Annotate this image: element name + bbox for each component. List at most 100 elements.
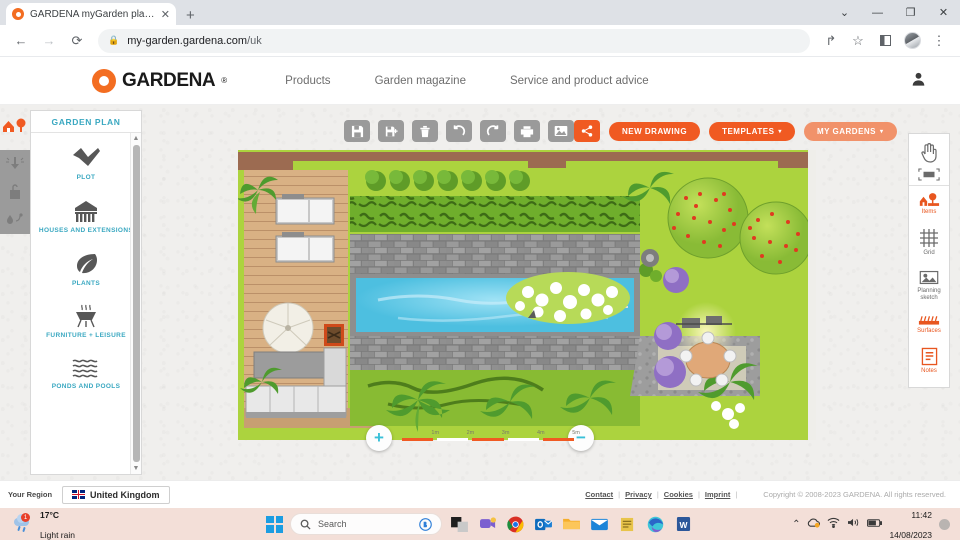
bookmark-star-icon[interactable]: ☆ [845, 28, 871, 54]
delete-button[interactable] [412, 120, 438, 142]
rail-water-tap-icon[interactable] [0, 178, 30, 206]
view-tool-surfaces[interactable]: Surfaces [909, 308, 949, 341]
footer-link-privacy[interactable]: Privacy [620, 490, 657, 499]
forward-icon[interactable]: → [36, 28, 62, 54]
redo-button[interactable] [480, 120, 506, 142]
canvas-toolbar: NEW DRAWING TEMPLATES ▾ MY GARDENS ▾ [140, 117, 952, 145]
footer-link-cookies[interactable]: Cookies [659, 490, 698, 499]
action-button-group: NEW DRAWING TEMPLATES ▾ MY GARDENS ▾ [574, 120, 897, 142]
nav-link-products[interactable]: Products [263, 75, 352, 87]
save-as-button[interactable] [378, 120, 404, 142]
view-tool-label: Surfaces [917, 328, 941, 335]
mode-rail [0, 118, 30, 234]
share-button[interactable] [574, 120, 600, 142]
new-tab-button[interactable]: + [186, 8, 195, 23]
profile-avatar[interactable] [899, 28, 925, 54]
view-tool-label: Planning sketch [917, 287, 941, 302]
image-button[interactable] [548, 120, 574, 142]
battery-icon[interactable] [867, 518, 883, 531]
notification-center-icon[interactable] [939, 518, 950, 530]
close-window-icon[interactable]: ✕ [927, 0, 960, 25]
sticky-notes-icon[interactable] [617, 514, 638, 535]
footer-link-contact[interactable]: Contact [580, 490, 618, 499]
fruit-tree [667, 177, 749, 259]
chrome-menu-icon[interactable]: ⋮ [926, 28, 952, 54]
new-drawing-label: NEW DRAWING [622, 126, 688, 136]
taskbar-search[interactable]: Search [290, 513, 442, 535]
category-furniture-and-leisure[interactable]: FURNITURE + LEISURE [31, 295, 141, 348]
footer-link-imprint[interactable]: Imprint [700, 490, 735, 499]
view-tool-label: Notes [921, 367, 937, 374]
outlook-icon[interactable] [533, 514, 554, 535]
my-gardens-button[interactable]: MY GARDENS ▾ [803, 121, 897, 141]
teams-icon[interactable] [477, 514, 498, 535]
mail-icon[interactable] [589, 514, 610, 535]
account-icon[interactable] [911, 71, 926, 90]
view-tool-items[interactable]: Items [909, 186, 949, 222]
templates-button[interactable]: TEMPLATES ▾ [709, 121, 795, 141]
view-tool-label: Grid [923, 249, 935, 256]
reload-icon[interactable]: ⟳ [64, 28, 90, 54]
scale-segment: 1m [400, 427, 439, 443]
tray-expand-icon[interactable]: ⌃ [792, 519, 800, 530]
start-button[interactable] [266, 515, 283, 533]
lock-icon: 🔒 [108, 35, 120, 45]
scale-segment: 2m [435, 427, 474, 443]
svg-text:W: W [680, 520, 688, 530]
panel-scrollbar[interactable]: ▲ ▼ [130, 133, 141, 474]
weather-widget[interactable]: 1 17°C Light rain [6, 504, 75, 544]
tab-search-icon[interactable]: ⌄ [828, 0, 861, 25]
scrollbar-thumb[interactable] [132, 145, 140, 462]
rail-drip-irrigation-icon[interactable] [0, 206, 30, 234]
volume-icon[interactable] [847, 517, 860, 531]
wifi-icon[interactable] [827, 517, 840, 531]
minimize-icon[interactable]: — [861, 0, 894, 25]
maximize-icon[interactable]: ❐ [894, 0, 927, 25]
hand-tool-button[interactable] [919, 138, 939, 165]
gardena-logo[interactable]: GARDENA ® [92, 68, 227, 93]
garden-plan-svg [238, 150, 816, 440]
onedrive-icon[interactable] [807, 517, 821, 531]
notes-icon [921, 347, 938, 366]
undo-button[interactable] [446, 120, 472, 142]
pointer-tools [909, 138, 949, 186]
view-tool-planning-sketch[interactable]: Planning sketch [909, 263, 949, 309]
sidebar-toggle-icon[interactable] [872, 28, 898, 54]
nav-link-service-advice[interactable]: Service and product advice [488, 75, 671, 87]
share-page-icon[interactable]: ↱ [818, 28, 844, 54]
chrome-icon[interactable] [505, 514, 526, 535]
tab-close-icon[interactable]: ✕ [161, 8, 170, 21]
category-plot[interactable]: PLOT [31, 137, 141, 190]
category-ponds-and-pools[interactable]: PONDS AND POOLS [31, 348, 141, 399]
category-houses-and-extensions[interactable]: HOUSES AND EXTENSIONS [31, 190, 141, 243]
lavender-bush [654, 356, 686, 388]
zoom-in-button[interactable]: + [366, 425, 392, 451]
word-icon[interactable]: W [673, 514, 694, 535]
address-bar[interactable]: 🔒 my-garden.gardena.com/uk [98, 28, 810, 53]
select-tool-button[interactable] [918, 168, 940, 181]
planner-app: GARDEN PLAN PLOT HOUSES AND EXTENSIONS P… [0, 105, 960, 480]
new-drawing-button[interactable]: NEW DRAWING [609, 121, 701, 141]
view-tool-grid[interactable]: Grid [909, 222, 949, 263]
taskbar-clock[interactable]: 11:42 14/08/2023 [889, 504, 932, 544]
rail-garden-plan-icon[interactable] [0, 110, 30, 140]
browser-tab[interactable]: GARDENA myGarden planner ✕ [6, 3, 176, 25]
view-tool-notes[interactable]: Notes [909, 341, 949, 381]
region-selector-button[interactable]: United Kingdom [62, 485, 170, 504]
scroll-down-icon[interactable]: ▼ [133, 465, 140, 472]
category-plants[interactable]: PLANTS [31, 243, 141, 296]
garden-canvas[interactable] [238, 150, 816, 440]
nav-link-garden-magazine[interactable]: Garden magazine [353, 75, 488, 87]
save-button[interactable] [344, 120, 370, 142]
file-explorer-icon[interactable] [561, 514, 582, 535]
items-icon [918, 192, 940, 207]
leaf-icon [72, 252, 100, 276]
edge-icon[interactable] [645, 514, 666, 535]
copilot-icon [419, 517, 432, 531]
scale-segment: 3m [470, 427, 509, 443]
rail-sprinkler-icon[interactable] [0, 150, 30, 178]
scroll-up-icon[interactable]: ▲ [133, 135, 140, 142]
back-icon[interactable]: ← [8, 28, 34, 54]
task-view-icon[interactable] [449, 514, 470, 535]
print-button[interactable] [514, 120, 540, 142]
